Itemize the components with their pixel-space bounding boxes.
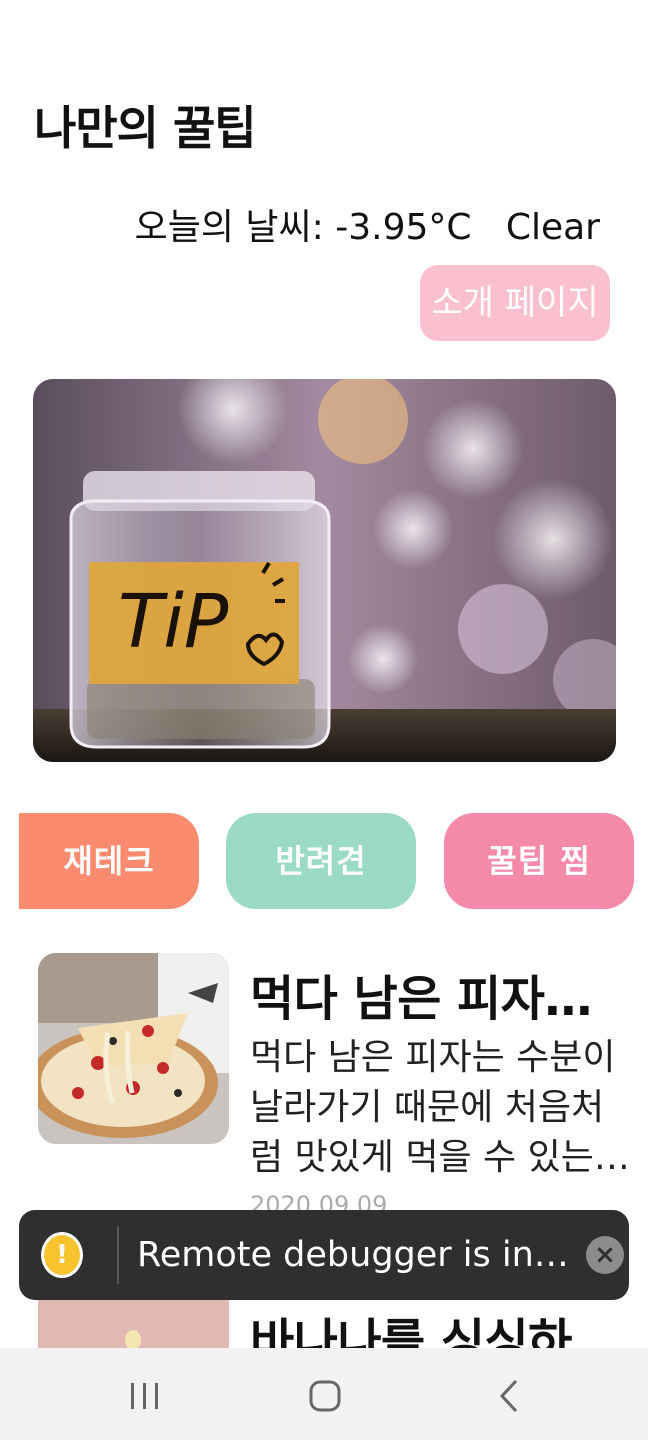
category-chip-favorites[interactable]: 꿀팁 찜	[444, 813, 634, 909]
weather-text: 오늘의 날씨: -3.95°C Clear	[134, 207, 600, 248]
page-title: 나만의 꿀팁	[34, 101, 257, 155]
system-nav-bar	[0, 1348, 648, 1440]
post-thumbnail	[38, 953, 229, 1144]
warning-icon: !	[41, 1232, 83, 1278]
post-card[interactable]: 바나나를 싱싱하게 보관하는 방법	[38, 1296, 638, 1440]
category-chip-finance[interactable]: 재테크	[19, 813, 199, 909]
about-page-button[interactable]: 소개 페이지	[420, 265, 610, 341]
hero-image: TiP	[33, 379, 616, 762]
post-body: 먹다 남은 피자는 수분이 날라가기 때문에 처음처럼 맛있게 먹을 수 있는 …	[250, 1037, 616, 1178]
close-icon[interactable]: ×	[586, 1236, 624, 1274]
recent-apps-icon[interactable]	[125, 1376, 165, 1416]
post-card[interactable]: 먹다 남은 피자를 가장 맛있게 먹는 방법 먹다 남은 피자는 수분이 날라가…	[38, 953, 638, 1219]
screen: 나만의 꿀팁 오늘의 날씨: -3.95°C Clear 소개 페이지 TiP …	[0, 0, 648, 1440]
category-chip-pets[interactable]: 반려견	[226, 813, 416, 909]
post-title: 먹다 남은 피자를 가장 맛있게 먹는 방법	[250, 971, 630, 1027]
toast-divider	[117, 1226, 119, 1284]
home-icon[interactable]	[305, 1376, 345, 1416]
tip-jar-photo: TiP	[33, 379, 616, 762]
jar-label-text: TiP	[118, 579, 229, 665]
toast-message: Remote debugger is in use	[137, 1235, 577, 1275]
debugger-toast: ! Remote debugger is in use ×	[19, 1210, 629, 1300]
back-icon[interactable]	[490, 1376, 530, 1416]
